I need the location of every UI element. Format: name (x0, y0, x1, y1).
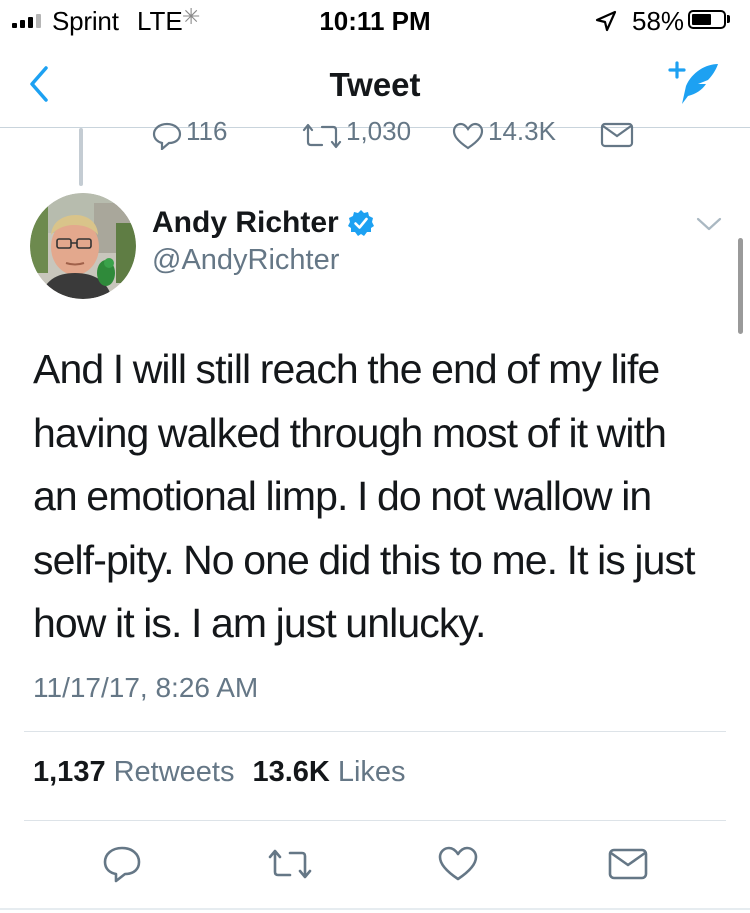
previous-retweet-count: 1,030 (346, 116, 412, 146)
chevron-down-icon[interactable] (696, 216, 722, 232)
avatar[interactable] (30, 193, 136, 299)
reply-button[interactable] (96, 838, 148, 890)
retweets-count[interactable]: 1,137 (33, 756, 106, 789)
status-bar: Sprint LTE ✳ 10:11 PM 58% (0, 0, 750, 40)
previous-reply-count: 116 (186, 116, 228, 146)
tweet-text-line: having walked through most of it with (33, 409, 667, 456)
previous-share-button[interactable] (600, 116, 638, 152)
tweet-text-line: an emotional limp. I do not wallow in (33, 473, 652, 519)
retweets-label[interactable]: Retweets (114, 756, 235, 789)
tweet-timestamp: 11/17/17, 8:26 AM (33, 672, 259, 703)
mail-icon (600, 122, 634, 148)
author-name-row: Andy Richter (152, 206, 375, 240)
tweet-text-line: And I will still reach the end of my lif… (33, 346, 660, 392)
retweet-icon (302, 123, 342, 149)
battery-percentage: 58% (632, 6, 685, 36)
previous-like-count: 14.3K (488, 116, 556, 146)
author-name[interactable]: Andy Richter (152, 206, 339, 240)
retweet-icon (268, 849, 312, 879)
previous-tweet-actions: 116 1,030 14.3K (0, 116, 750, 152)
reply-icon (152, 122, 182, 150)
tweet-stats: 1,137 Retweets 13.6K Likes (33, 756, 406, 789)
thread-connector-line (79, 128, 83, 186)
share-via-message-button[interactable] (602, 838, 654, 890)
likes-label[interactable]: Likes (338, 756, 406, 789)
mail-icon (608, 848, 648, 880)
heart-icon (438, 846, 478, 881)
tweet-text-line: how it is. I am just unlucky. (33, 600, 486, 646)
battery-icon (688, 10, 726, 29)
page-title: Tweet (329, 66, 421, 103)
scrollbar[interactable] (738, 238, 743, 334)
reply-icon (103, 846, 141, 883)
heart-icon (452, 122, 484, 150)
compose-tweet-icon[interactable] (666, 60, 722, 110)
tweet-text: And I will still reach the end of my lif… (33, 338, 733, 656)
like-button[interactable] (432, 838, 484, 890)
battery-tip (727, 15, 730, 23)
previous-reply-button[interactable]: 116 (152, 116, 227, 152)
previous-retweet-button[interactable]: 1,030 (302, 116, 411, 152)
previous-like-button[interactable]: 14.3K (452, 116, 556, 152)
location-arrow-icon (595, 10, 617, 32)
author-handle[interactable]: @AndyRichter (152, 244, 339, 277)
divider (24, 820, 726, 821)
retweet-button[interactable] (264, 838, 316, 890)
divider (24, 731, 726, 732)
tweet-text-line: self-pity. No one did this to me. It is … (33, 536, 695, 583)
likes-count[interactable]: 13.6K (252, 756, 329, 789)
verified-badge-icon (347, 210, 374, 236)
bottom-border (0, 908, 750, 910)
